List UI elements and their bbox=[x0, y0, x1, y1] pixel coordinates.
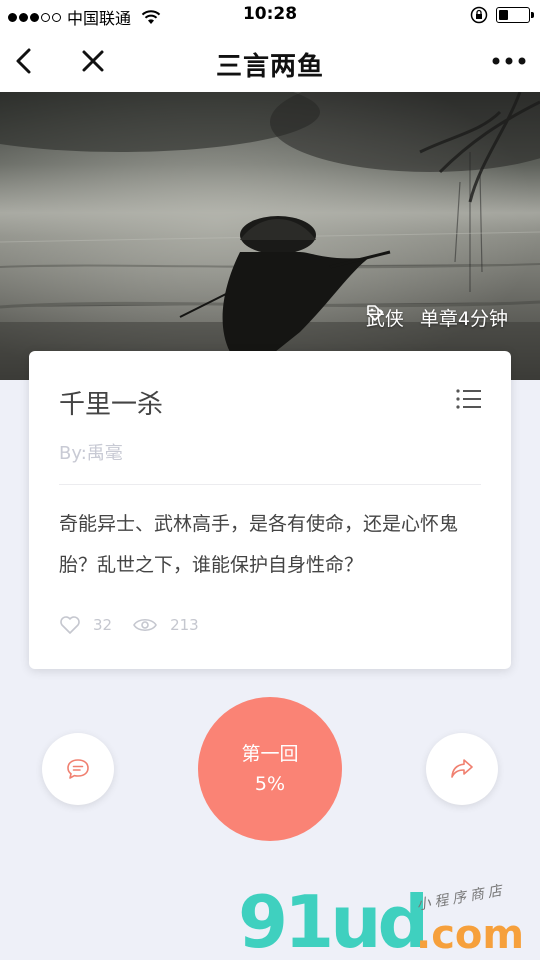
battery-icon bbox=[496, 7, 534, 23]
cover-illustration bbox=[0, 92, 540, 380]
duration-label: 单章4分钟 bbox=[419, 308, 508, 330]
eye-icon bbox=[133, 618, 158, 632]
watermark-logo: 91ud bbox=[238, 880, 429, 960]
progress-label: 5% bbox=[254, 773, 286, 795]
story-description: 奇能异士、武林高手，是各有使命，还是心怀鬼胎？乱世之下，谁能保护自身性命？ bbox=[59, 513, 459, 576]
watermark-domain: .com bbox=[416, 912, 525, 958]
page-title: 三言两鱼 bbox=[215, 52, 324, 82]
status-right bbox=[470, 6, 534, 24]
story-tag: 武侠 单章4分钟 bbox=[366, 304, 508, 331]
tag-icon bbox=[367, 305, 383, 321]
read-button[interactable]: 第一回 5% bbox=[198, 697, 342, 841]
share-icon bbox=[451, 759, 473, 778]
more-icon bbox=[492, 57, 526, 65]
share-button[interactable] bbox=[426, 733, 498, 805]
chapter-label: 第一回 bbox=[241, 743, 299, 765]
story-title: 千里一杀 bbox=[59, 390, 164, 420]
rotation-lock-icon bbox=[470, 6, 488, 24]
like-count: 32 bbox=[93, 616, 113, 634]
like-stat[interactable]: 32 bbox=[59, 615, 112, 635]
watermark: 91ud 小程序商店 .com bbox=[238, 880, 538, 960]
story-card: 千里一杀 By:禹毫 奇能异士、武林高手，是各有使命，还是心怀鬼胎？乱世之下，谁… bbox=[29, 351, 511, 669]
view-stat: 213 bbox=[132, 616, 199, 634]
divider bbox=[59, 484, 481, 485]
status-time: 10:28 bbox=[242, 4, 298, 24]
comment-icon bbox=[67, 759, 89, 779]
heart-icon bbox=[60, 616, 80, 634]
story-author: By:禹毫 bbox=[59, 443, 123, 464]
nav-bar: 三言两鱼 bbox=[0, 30, 540, 92]
battery-fill bbox=[499, 10, 509, 20]
status-bar: 中国联通 10:28 bbox=[0, 0, 540, 30]
cover-image: 武侠 单章4分钟 bbox=[0, 92, 540, 380]
list-icon bbox=[456, 389, 481, 409]
chapter-list-button[interactable] bbox=[455, 387, 483, 411]
story-stats: 32 213 bbox=[59, 615, 219, 635]
watermark-subtitle: 小程序商店 bbox=[415, 882, 507, 914]
comment-button[interactable] bbox=[42, 733, 114, 805]
view-count: 213 bbox=[170, 616, 199, 634]
more-button[interactable] bbox=[490, 42, 528, 80]
